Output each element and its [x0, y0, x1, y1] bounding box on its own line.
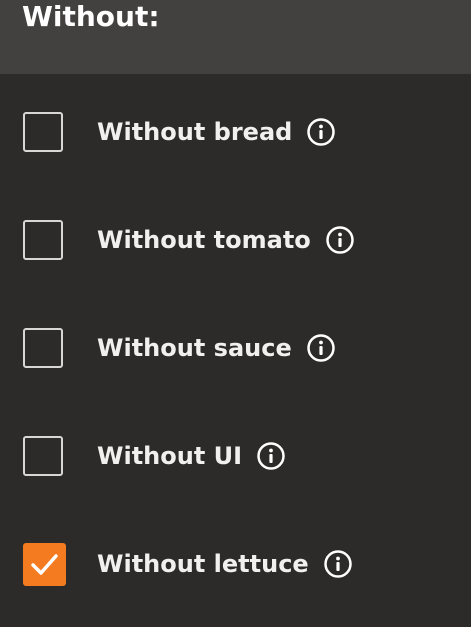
info-icon[interactable] — [325, 225, 355, 255]
option-label-group: Without UI — [97, 441, 286, 471]
option-without-ui[interactable]: Without UI — [0, 428, 471, 488]
without-lettuce-checkbox[interactable] — [23, 543, 66, 586]
without-bread-checkbox[interactable] — [23, 112, 63, 152]
option-without-tomato[interactable]: Without tomato — [0, 212, 471, 272]
option-label: Without lettuce — [97, 550, 309, 578]
info-icon[interactable] — [306, 333, 336, 363]
option-label: Without bread — [97, 118, 293, 146]
option-label-group: Without tomato — [97, 225, 355, 255]
option-label-group: Without lettuce — [97, 549, 353, 579]
option-label: Without tomato — [97, 226, 311, 254]
option-label-group: Without bread — [97, 117, 336, 147]
option-label: Without UI — [97, 442, 243, 470]
option-label: Without sauce — [97, 334, 292, 362]
section-header: Without: — [0, 0, 471, 74]
option-without-lettuce[interactable]: Without lettuce — [0, 536, 471, 596]
without-ui-checkbox[interactable] — [23, 436, 63, 476]
option-without-bread[interactable]: Without bread — [0, 104, 471, 164]
checkmark-icon — [31, 554, 58, 575]
option-without-sauce[interactable]: Without sauce — [0, 320, 471, 380]
option-label-group: Without sauce — [97, 333, 336, 363]
info-icon[interactable] — [306, 117, 336, 147]
info-icon[interactable] — [256, 441, 286, 471]
section-title: Without: — [22, 0, 160, 33]
without-sauce-checkbox[interactable] — [23, 328, 63, 368]
without-tomato-checkbox[interactable] — [23, 220, 63, 260]
info-icon[interactable] — [323, 549, 353, 579]
